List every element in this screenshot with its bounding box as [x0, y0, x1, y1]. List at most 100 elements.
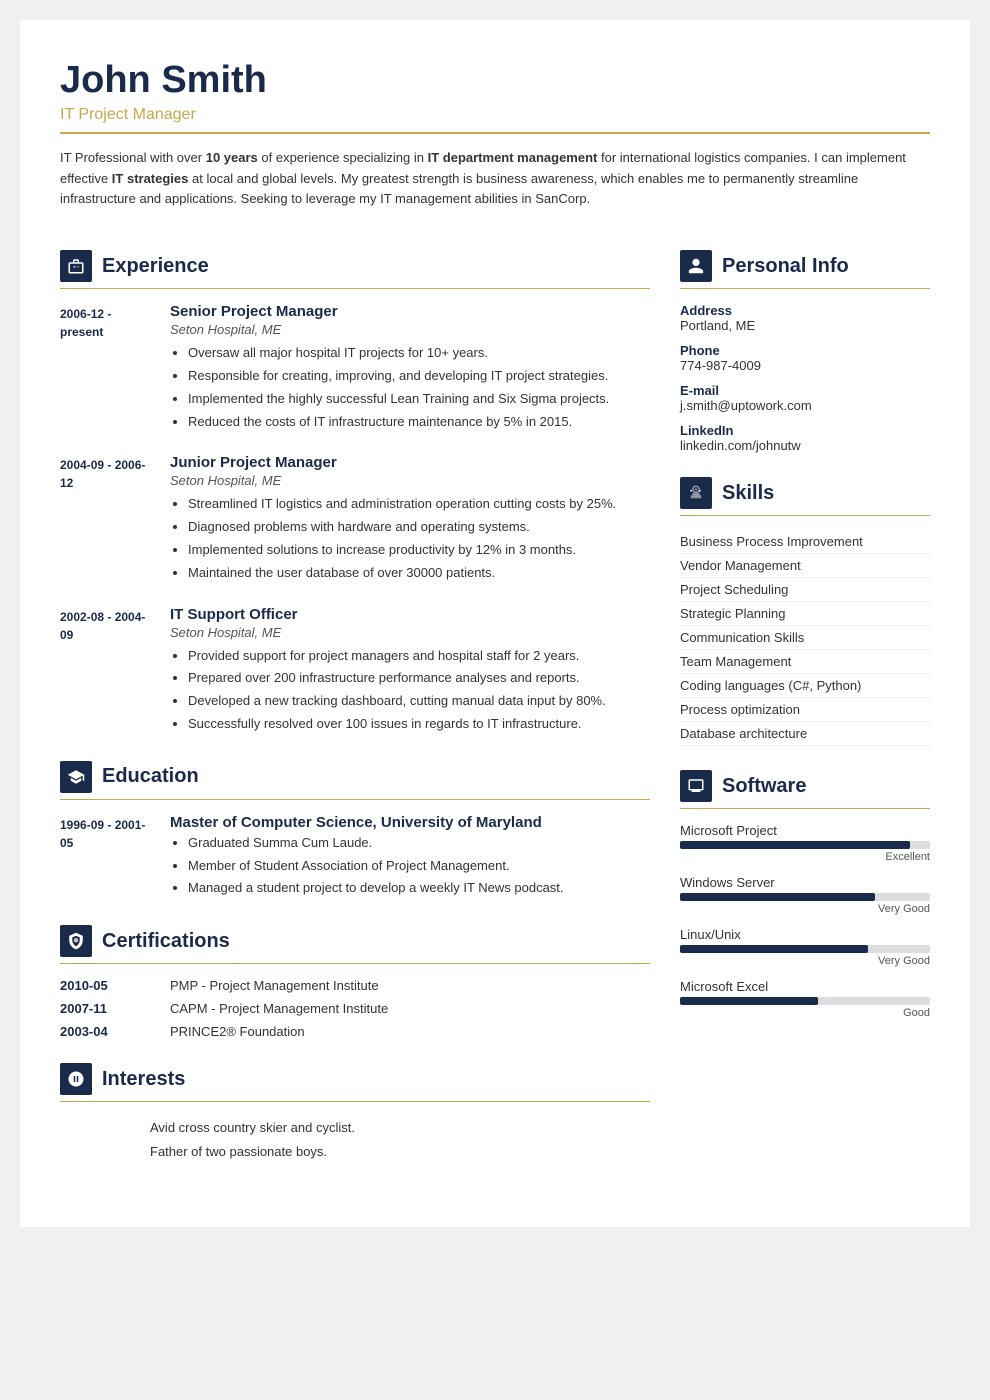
- skills-title: Skills: [722, 482, 774, 505]
- briefcase-icon: [67, 257, 85, 275]
- candidate-name: John Smith: [60, 60, 930, 102]
- bullet: Streamlined IT logistics and administrat…: [188, 494, 650, 515]
- resume-container: John Smith IT Project Manager IT Profess…: [20, 20, 970, 1227]
- exp-content-0: Senior Project Manager Seton Hospital, M…: [170, 303, 650, 434]
- certifications-divider: [60, 963, 650, 964]
- software-bar-fill-2: [680, 945, 868, 953]
- cert-entry-2: 2003-04 PRINCE2® Foundation: [60, 1024, 650, 1039]
- software-level-0: Excellent: [680, 851, 930, 863]
- software-section: Software Microsoft Project Excellent Win…: [680, 770, 930, 1019]
- email-label: E-mail: [680, 383, 930, 398]
- education-divider: [60, 799, 650, 800]
- interests-section: Interests Avid cross country skier and c…: [60, 1063, 650, 1163]
- education-title: Education: [102, 765, 199, 788]
- software-divider: [680, 808, 930, 809]
- education-section: Education 1996-09 - 2001-05 Master of Co…: [60, 761, 650, 901]
- software-bar-fill-3: [680, 997, 818, 1005]
- software-item-3: Microsoft Excel Good: [680, 979, 930, 1019]
- skills-list: Business Process Improvement Vendor Mana…: [680, 530, 930, 746]
- exp-title-0: Senior Project Manager: [170, 303, 650, 320]
- skill-item-6: Coding languages (C#, Python): [680, 674, 930, 698]
- bullet: Responsible for creating, improving, and…: [188, 366, 650, 387]
- bullet: Graduated Summa Cum Laude.: [188, 833, 650, 854]
- bullet: Implemented solutions to increase produc…: [188, 540, 650, 561]
- software-name-2: Linux/Unix: [680, 927, 930, 942]
- exp-bullets-1: Streamlined IT logistics and administrat…: [170, 494, 650, 583]
- skills-symbol-icon: [687, 484, 705, 502]
- education-icon: [60, 761, 92, 793]
- cert-date-0: 2010-05: [60, 978, 150, 993]
- cert-date-2: 2003-04: [60, 1024, 150, 1039]
- edu-bullets-0: Graduated Summa Cum Laude. Member of Stu…: [170, 833, 650, 899]
- edu-content-0: Master of Computer Science, University o…: [170, 814, 650, 901]
- right-column: Personal Info Address Portland, ME Phone…: [680, 250, 930, 1187]
- cert-name-1: CAPM - Project Management Institute: [170, 1001, 388, 1016]
- skills-section: Skills Business Process Improvement Vend…: [680, 477, 930, 746]
- cert-name-2: PRINCE2® Foundation: [170, 1024, 305, 1039]
- exp-entry-2: 2002-08 - 2004-09 IT Support Officer Set…: [60, 606, 650, 737]
- personal-info-icon: [680, 250, 712, 282]
- exp-title-1: Junior Project Manager: [170, 454, 650, 471]
- software-bar-fill-1: [680, 893, 875, 901]
- bullet: Maintained the user database of over 300…: [188, 563, 650, 584]
- bullet: Diagnosed problems with hardware and ope…: [188, 517, 650, 538]
- interest-item-0: Avid cross country skier and cyclist.: [150, 1116, 650, 1139]
- cert-entry-1: 2007-11 CAPM - Project Management Instit…: [60, 1001, 650, 1016]
- certificate-icon: [67, 932, 85, 950]
- interests-title: Interests: [102, 1068, 185, 1091]
- bullet: Member of Student Association of Project…: [188, 856, 650, 877]
- address-value: Portland, ME: [680, 318, 930, 333]
- experience-header: Experience: [60, 250, 650, 282]
- cert-name-0: PMP - Project Management Institute: [170, 978, 379, 993]
- bullet: Oversaw all major hospital IT projects f…: [188, 343, 650, 364]
- software-bar-bg-3: [680, 997, 930, 1005]
- exp-content-1: Junior Project Manager Seton Hospital, M…: [170, 454, 650, 585]
- software-item-0: Microsoft Project Excellent: [680, 823, 930, 863]
- bullet: Provided support for project managers an…: [188, 646, 650, 667]
- main-content: Experience 2006-12 - present Senior Proj…: [60, 250, 930, 1187]
- monitor-icon: [687, 777, 705, 795]
- person-icon: [687, 257, 705, 275]
- certifications-title: Certifications: [102, 930, 230, 953]
- software-bar-bg-0: [680, 841, 930, 849]
- header-divider: [60, 132, 930, 134]
- bullet: Developed a new tracking dashboard, cutt…: [188, 691, 650, 712]
- exp-company-2: Seton Hospital, ME: [170, 625, 650, 640]
- edu-degree-0: Master of Computer Science, University o…: [170, 814, 650, 831]
- software-icon: [680, 770, 712, 802]
- exp-dates-2: 2002-08 - 2004-09: [60, 606, 150, 737]
- candidate-title: IT Project Manager: [60, 106, 930, 124]
- personal-info-section: Personal Info Address Portland, ME Phone…: [680, 250, 930, 453]
- software-level-1: Very Good: [680, 903, 930, 915]
- software-name-1: Windows Server: [680, 875, 930, 890]
- interest-item-1: Father of two passionate boys.: [150, 1140, 650, 1163]
- skill-item-0: Business Process Improvement: [680, 530, 930, 554]
- skill-item-3: Strategic Planning: [680, 602, 930, 626]
- interests-divider: [60, 1101, 650, 1102]
- bullet: Implemented the highly successful Lean T…: [188, 389, 650, 410]
- skill-item-1: Vendor Management: [680, 554, 930, 578]
- personal-address: Address Portland, ME: [680, 303, 930, 333]
- skill-item-5: Team Management: [680, 650, 930, 674]
- edu-entry-0: 1996-09 - 2001-05 Master of Computer Sci…: [60, 814, 650, 901]
- interests-header: Interests: [60, 1063, 650, 1095]
- education-header: Education: [60, 761, 650, 793]
- skill-item-8: Database architecture: [680, 722, 930, 746]
- exp-company-0: Seton Hospital, ME: [170, 322, 650, 337]
- software-level-3: Good: [680, 1007, 930, 1019]
- skills-icon: [680, 477, 712, 509]
- software-item-1: Windows Server Very Good: [680, 875, 930, 915]
- personal-phone: Phone 774-987-4009: [680, 343, 930, 373]
- interests-symbol-icon: [67, 1070, 85, 1088]
- header: John Smith IT Project Manager IT Profess…: [60, 60, 930, 232]
- phone-label: Phone: [680, 343, 930, 358]
- skill-item-7: Process optimization: [680, 698, 930, 722]
- software-bar-fill-0: [680, 841, 910, 849]
- cert-date-1: 2007-11: [60, 1001, 150, 1016]
- skills-header: Skills: [680, 477, 930, 509]
- interests-list: Avid cross country skier and cyclist. Fa…: [60, 1116, 650, 1163]
- personal-info-title: Personal Info: [722, 255, 849, 278]
- personal-info-divider: [680, 288, 930, 289]
- software-title: Software: [722, 775, 806, 798]
- skill-item-2: Project Scheduling: [680, 578, 930, 602]
